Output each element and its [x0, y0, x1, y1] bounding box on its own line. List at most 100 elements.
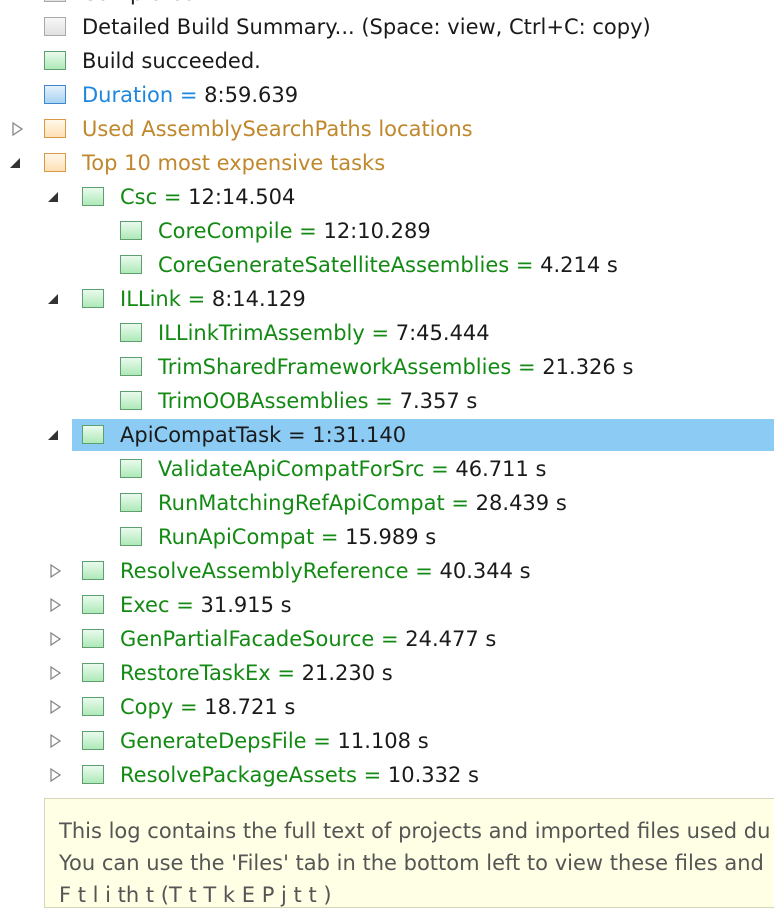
task-name: TrimSharedFrameworkAssemblies	[158, 355, 512, 379]
note-line-3: F t l i th t (T t T k E P j t t )	[59, 883, 332, 907]
tree-row-text: ValidateApiCompatForSrc = 46.711 s	[158, 452, 546, 486]
task-duration: 7:45.444	[395, 321, 490, 345]
task-name: ILLinkTrimAssembly	[158, 321, 365, 345]
tree-row-task-apicompattask-selected[interactable]: ApiCompatTask = 1:31.140	[0, 418, 774, 452]
tree-row-task-runapicompat[interactable]: RunApiCompat = 15.989 s	[0, 520, 774, 554]
tree-row-task-corecompile[interactable]: CoreCompile = 12:10.289	[0, 214, 774, 248]
tree-row-text: CoreGenerateSatelliteAssemblies = 4.214 …	[158, 248, 618, 282]
task-name: RestoreTaskEx	[120, 661, 271, 685]
task-duration: 21.326 s	[542, 355, 634, 379]
tree-row-text: Exec = 31.915 s	[120, 588, 292, 622]
note-line-1: This log contains the full text of proje…	[59, 819, 771, 843]
task-node-icon	[82, 765, 104, 784]
task-name: CoreCompile	[158, 219, 293, 243]
task-node-icon	[82, 663, 104, 682]
tree-row-label: Completed	[82, 0, 197, 10]
tree-row-task-csc[interactable]: Csc = 12:14.504	[0, 180, 774, 214]
equals-sign: =	[314, 525, 346, 549]
expand-chevron-right-icon[interactable]	[50, 622, 66, 656]
build-log-tree: Completed Detailed Build Summary... (Spa…	[0, 0, 774, 908]
equals-sign: =	[364, 321, 396, 345]
tree-row-text: TrimOOBAssemblies = 7.357 s	[158, 384, 477, 418]
message-node-icon	[44, 51, 66, 70]
tree-row-task-resolvepackageassets[interactable]: ResolvePackageAssets = 10.332 s	[0, 758, 774, 792]
tree-row-task-trimsharedframeworkassemblies[interactable]: TrimSharedFrameworkAssemblies = 21.326 s	[0, 350, 774, 384]
task-duration: 12:14.504	[188, 185, 296, 209]
task-name: ILLink	[120, 287, 181, 311]
tree-row-partial[interactable]: Completed	[0, 0, 774, 10]
note-line-2: You can use the 'Files' tab in the botto…	[59, 851, 764, 875]
task-duration: 12:10.289	[323, 219, 431, 243]
tree-row-task-copy[interactable]: Copy = 18.721 s	[0, 690, 774, 724]
folder-node-icon	[44, 153, 66, 172]
tree-row-text: GenerateDepsFile = 11.108 s	[120, 724, 429, 758]
tree-row-build-summary[interactable]: Detailed Build Summary... (Space: view, …	[0, 10, 774, 44]
expand-chevron-right-icon[interactable]	[50, 690, 66, 724]
task-node-icon	[82, 425, 104, 444]
task-node-icon	[82, 561, 104, 580]
tree-row-text: ResolvePackageAssets = 10.332 s	[120, 758, 479, 792]
folder-node-icon	[44, 119, 66, 138]
equals-sign: =	[270, 661, 302, 685]
equals-sign: =	[281, 423, 313, 447]
tree-row-task-genpartialfacadesource[interactable]: GenPartialFacadeSource = 24.477 s	[0, 622, 774, 656]
tree-row-task-restoretaskex[interactable]: RestoreTaskEx = 21.230 s	[0, 656, 774, 690]
tree-row-task-trimoobassemblies[interactable]: TrimOOBAssemblies = 7.357 s	[0, 384, 774, 418]
tree-row-text: ILLink = 8:14.129	[120, 282, 306, 316]
tree-row-label: Used AssemblySearchPaths locations	[82, 117, 473, 141]
tree-row-label: Build succeeded.	[82, 49, 261, 73]
tree-row-task-coregeneratesatelliteassemblies[interactable]: CoreGenerateSatelliteAssemblies = 4.214 …	[0, 248, 774, 282]
task-name: ResolveAssemblyReference	[120, 559, 409, 583]
tree-row-label: Top 10 most expensive tasks	[82, 151, 386, 175]
equals-sign: =	[173, 83, 205, 107]
collapse-triangle-icon[interactable]	[8, 146, 24, 180]
tree-row-assembly-search-paths[interactable]: Used AssemblySearchPaths locations	[0, 112, 774, 146]
expand-chevron-right-icon[interactable]	[50, 588, 66, 622]
task-node-icon	[82, 289, 104, 308]
task-node-icon	[120, 357, 142, 376]
task-name: RunApiCompat	[158, 525, 315, 549]
task-node-icon	[120, 459, 142, 478]
collapse-triangle-icon[interactable]	[46, 180, 62, 214]
equals-sign: =	[157, 185, 189, 209]
tree-row-top-10-tasks[interactable]: Top 10 most expensive tasks	[0, 146, 774, 180]
equals-sign: =	[511, 355, 543, 379]
tree-row-text: Copy = 18.721 s	[120, 690, 295, 724]
tree-row-build-succeeded[interactable]: Build succeeded.	[0, 44, 774, 78]
task-node-icon	[120, 391, 142, 410]
node-icon	[44, 0, 66, 2]
task-duration: 8:14.129	[211, 287, 306, 311]
task-duration: 15.989 s	[345, 525, 437, 549]
task-node-icon	[82, 187, 104, 206]
property-name: Duration	[82, 83, 174, 107]
tree-row-task-resolveassemblyreference[interactable]: ResolveAssemblyReference = 40.344 s	[0, 554, 774, 588]
equals-sign: =	[292, 219, 324, 243]
equals-sign: =	[356, 763, 388, 787]
tree-row-task-validateapicompatforsrc[interactable]: ValidateApiCompatForSrc = 46.711 s	[0, 452, 774, 486]
task-node-icon	[120, 255, 142, 274]
task-duration: 28.439 s	[475, 491, 567, 515]
expand-chevron-right-icon[interactable]	[50, 554, 66, 588]
task-name: GenerateDepsFile	[120, 729, 307, 753]
tree-row-text: Csc = 12:14.504	[120, 180, 295, 214]
collapse-triangle-icon[interactable]	[46, 418, 62, 452]
tree-row-duration[interactable]: Duration = 8:59.639	[0, 78, 774, 112]
expand-chevron-right-icon[interactable]	[12, 112, 28, 146]
task-name: RunMatchingRefApiCompat	[158, 491, 445, 515]
equals-sign: =	[180, 287, 212, 311]
expand-chevron-right-icon[interactable]	[50, 724, 66, 758]
tree-row-task-illinktrimassembly[interactable]: ILLinkTrimAssembly = 7:45.444	[0, 316, 774, 350]
tree-row-text: CoreCompile = 12:10.289	[158, 214, 431, 248]
collapse-triangle-icon[interactable]	[46, 282, 62, 316]
tree-row-task-runmatchingrefapicompat[interactable]: RunMatchingRefApiCompat = 28.439 s	[0, 486, 774, 520]
equals-sign: =	[173, 695, 205, 719]
expand-chevron-right-icon[interactable]	[50, 656, 66, 690]
tree-row-task-illink[interactable]: ILLink = 8:14.129	[0, 282, 774, 316]
task-name: ValidateApiCompatForSrc	[158, 457, 425, 481]
task-name: ApiCompatTask	[120, 423, 282, 447]
expand-chevron-right-icon[interactable]	[50, 758, 66, 792]
tree-row-task-generatedepsfile[interactable]: GenerateDepsFile = 11.108 s	[0, 724, 774, 758]
task-duration: 21.230 s	[301, 661, 393, 685]
tree-row-text: ResolveAssemblyReference = 40.344 s	[120, 554, 531, 588]
tree-row-task-exec[interactable]: Exec = 31.915 s	[0, 588, 774, 622]
